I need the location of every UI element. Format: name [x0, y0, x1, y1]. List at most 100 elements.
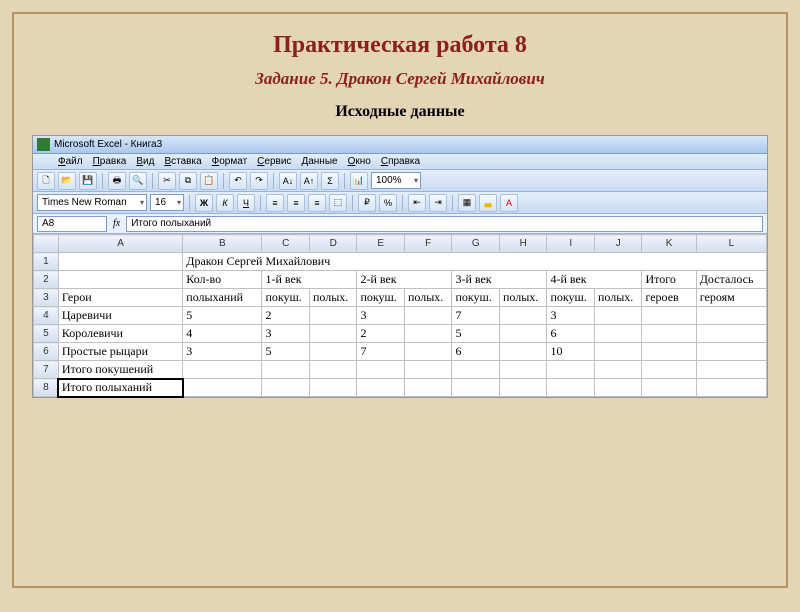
- font-size-select[interactable]: 16: [150, 194, 184, 211]
- sort-desc-icon[interactable]: A↑: [300, 172, 318, 190]
- cell[interactable]: [58, 271, 182, 289]
- menu-insert[interactable]: Вставка: [164, 156, 201, 167]
- cell[interactable]: полых.: [309, 289, 357, 307]
- cell[interactable]: [309, 307, 357, 325]
- col-header[interactable]: G: [452, 235, 500, 253]
- cell[interactable]: [499, 307, 547, 325]
- cut-icon[interactable]: ✂: [158, 172, 176, 190]
- cell[interactable]: Простые рыцари: [58, 343, 182, 361]
- undo-icon[interactable]: ↶: [229, 172, 247, 190]
- cell[interactable]: [58, 253, 182, 271]
- cell[interactable]: [357, 379, 405, 397]
- cell[interactable]: 3: [183, 343, 262, 361]
- name-box[interactable]: A8: [37, 216, 107, 232]
- merge-icon[interactable]: ⬚: [329, 194, 347, 212]
- currency-icon[interactable]: ₽: [358, 194, 376, 212]
- cell[interactable]: [642, 307, 696, 325]
- cell[interactable]: 4: [183, 325, 262, 343]
- cell[interactable]: 5: [183, 307, 262, 325]
- cell[interactable]: 5: [262, 343, 310, 361]
- row-header[interactable]: 2: [34, 271, 59, 289]
- font-color-icon[interactable]: A: [500, 194, 518, 212]
- cell[interactable]: 2: [357, 325, 405, 343]
- row-header[interactable]: 7: [34, 361, 59, 379]
- cell[interactable]: 7: [357, 343, 405, 361]
- preview-icon[interactable]: 🔍: [129, 172, 147, 190]
- cell[interactable]: [404, 361, 452, 379]
- cell[interactable]: [499, 379, 547, 397]
- row-1[interactable]: 1 Дракон Сергей Михайлович: [34, 253, 767, 271]
- cell[interactable]: [696, 343, 766, 361]
- cell[interactable]: полыханий: [183, 289, 262, 307]
- menu-edit[interactable]: Правка: [93, 156, 127, 167]
- indent-inc-icon[interactable]: ⇥: [429, 194, 447, 212]
- cell[interactable]: 6: [547, 325, 595, 343]
- cell[interactable]: [499, 361, 547, 379]
- indent-dec-icon[interactable]: ⇤: [408, 194, 426, 212]
- cell[interactable]: [404, 379, 452, 397]
- col-header[interactable]: E: [357, 235, 405, 253]
- zoom-select[interactable]: 100%: [371, 172, 421, 189]
- cell[interactable]: [696, 379, 766, 397]
- cell[interactable]: [642, 343, 696, 361]
- col-header[interactable]: H: [499, 235, 547, 253]
- cell[interactable]: Герои: [58, 289, 182, 307]
- col-header[interactable]: A: [58, 235, 182, 253]
- paste-icon[interactable]: 📋: [200, 172, 218, 190]
- cell[interactable]: [262, 379, 310, 397]
- cell[interactable]: героям: [696, 289, 766, 307]
- cell[interactable]: 10: [547, 343, 595, 361]
- select-all-corner[interactable]: [34, 235, 59, 253]
- sort-asc-icon[interactable]: A↓: [279, 172, 297, 190]
- row-3[interactable]: 3 Герои полыханий покуш. полых. покуш. п…: [34, 289, 767, 307]
- menu-window[interactable]: Окно: [348, 156, 371, 167]
- row-header[interactable]: 5: [34, 325, 59, 343]
- align-left-icon[interactable]: ≡: [266, 194, 284, 212]
- row-4[interactable]: 4 Царевичи 5 2 3 7 3: [34, 307, 767, 325]
- save-icon[interactable]: 💾: [79, 172, 97, 190]
- cell[interactable]: [357, 361, 405, 379]
- open-icon[interactable]: 📂: [58, 172, 76, 190]
- row-2[interactable]: 2 Кол-во 1-й век 2-й век 3-й век 4-й век…: [34, 271, 767, 289]
- cell[interactable]: [452, 379, 500, 397]
- menu-help[interactable]: Справка: [381, 156, 420, 167]
- cell[interactable]: покуш.: [547, 289, 595, 307]
- cell[interactable]: [499, 343, 547, 361]
- menu-file[interactable]: Файл: [58, 156, 83, 167]
- row-header[interactable]: 3: [34, 289, 59, 307]
- col-header[interactable]: F: [404, 235, 452, 253]
- cell[interactable]: 2: [262, 307, 310, 325]
- row-6[interactable]: 6 Простые рыцари 3 5 7 6 10: [34, 343, 767, 361]
- align-center-icon[interactable]: ≡: [287, 194, 305, 212]
- cell[interactable]: полых.: [404, 289, 452, 307]
- cell[interactable]: [404, 343, 452, 361]
- cell[interactable]: [594, 361, 642, 379]
- copy-icon[interactable]: ⧉: [179, 172, 197, 190]
- cell[interactable]: [547, 379, 595, 397]
- formula-bar[interactable]: Итого полыханий: [126, 216, 763, 232]
- cell-active[interactable]: Итого полыханий: [58, 379, 182, 397]
- cell[interactable]: [309, 325, 357, 343]
- underline-button[interactable]: Ч: [237, 194, 255, 212]
- cell[interactable]: [696, 307, 766, 325]
- cell[interactable]: [594, 379, 642, 397]
- borders-icon[interactable]: ▦: [458, 194, 476, 212]
- cell[interactable]: [547, 361, 595, 379]
- menu-format[interactable]: Формат: [212, 156, 248, 167]
- row-5[interactable]: 5 Королевичи 4 3 2 5 6: [34, 325, 767, 343]
- cell[interactable]: [452, 361, 500, 379]
- cell[interactable]: 3-й век: [452, 271, 547, 289]
- cell[interactable]: [262, 361, 310, 379]
- row-7[interactable]: 7 Итого покушений: [34, 361, 767, 379]
- percent-icon[interactable]: %: [379, 194, 397, 212]
- cell[interactable]: [309, 361, 357, 379]
- cell-table-title[interactable]: Дракон Сергей Михайлович: [183, 253, 767, 271]
- row-8[interactable]: 8 Итого полыханий: [34, 379, 767, 397]
- cell[interactable]: [642, 379, 696, 397]
- cell[interactable]: 2-й век: [357, 271, 452, 289]
- cell[interactable]: [642, 325, 696, 343]
- col-header[interactable]: J: [594, 235, 642, 253]
- cell[interactable]: [183, 361, 262, 379]
- cell[interactable]: покуш.: [357, 289, 405, 307]
- cell[interactable]: [696, 325, 766, 343]
